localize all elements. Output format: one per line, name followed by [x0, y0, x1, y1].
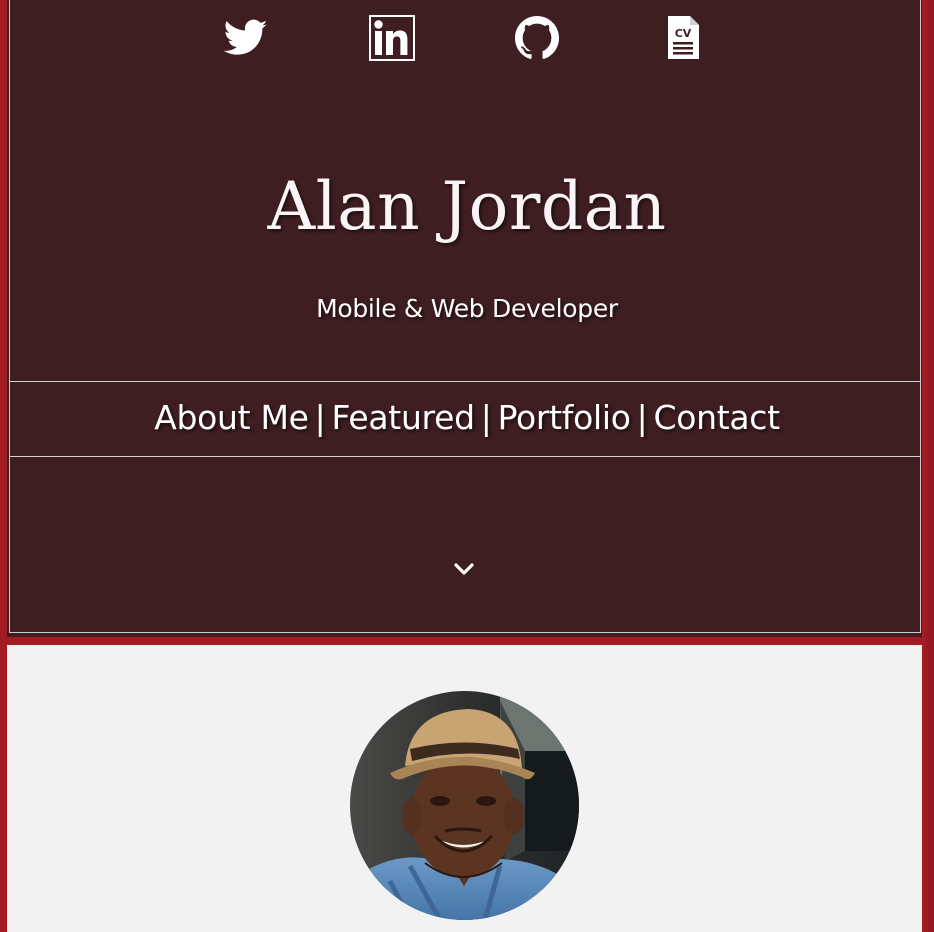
github-link[interactable] — [513, 14, 561, 62]
avatar — [350, 691, 579, 920]
page-edge — [922, 0, 934, 932]
portfolio-page: CV Alan Jordan Mobile & Web Developer Ab… — [0, 0, 934, 932]
cv-label: CV — [675, 27, 692, 40]
nav-item-featured[interactable]: Featured — [332, 398, 476, 437]
nav-divider-top — [10, 381, 920, 382]
nav-separator: | — [480, 398, 492, 437]
nav-separator: | — [636, 398, 648, 437]
nav-item-about[interactable]: About Me — [154, 398, 309, 437]
about-section — [7, 645, 922, 932]
chevron-down-icon[interactable] — [454, 562, 474, 576]
nav-item-contact[interactable]: Contact — [653, 398, 780, 437]
nav-separator: | — [314, 398, 326, 437]
social-links: CV — [0, 14, 934, 62]
cv-document-icon: CV — [666, 15, 700, 61]
github-icon — [514, 15, 560, 61]
hero-name: Alan Jordan — [267, 168, 667, 245]
linkedin-link[interactable] — [368, 14, 416, 62]
main-nav: About Me | Featured | Portfolio | Contact — [0, 398, 934, 437]
hero-tagline: Mobile & Web Developer — [316, 294, 618, 323]
nav-divider-bottom — [10, 456, 920, 457]
resume-link[interactable]: CV — [659, 14, 707, 62]
twitter-link[interactable] — [222, 14, 270, 62]
nav-item-portfolio[interactable]: Portfolio — [498, 398, 631, 437]
twitter-icon — [224, 19, 268, 57]
linkedin-icon — [369, 15, 415, 61]
